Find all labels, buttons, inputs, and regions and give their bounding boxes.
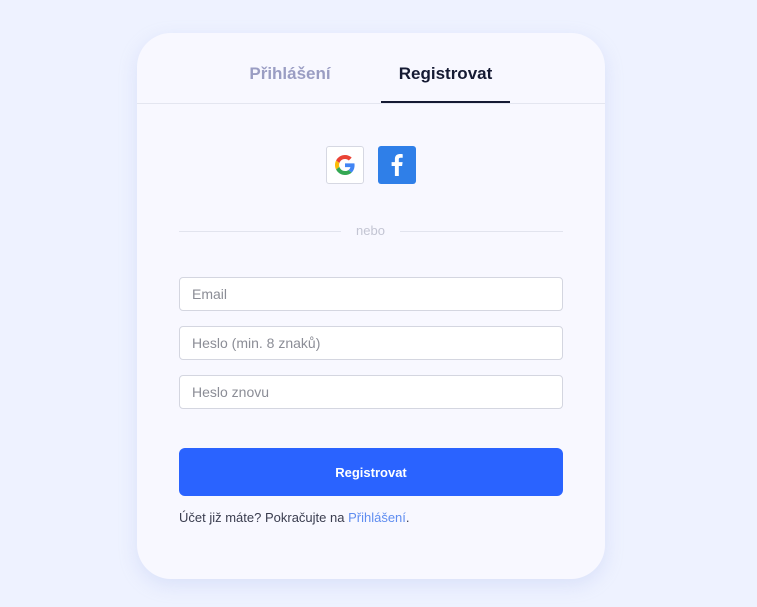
login-link[interactable]: Přihlášení (348, 510, 406, 525)
divider-line-left (179, 231, 341, 232)
facebook-f-icon (391, 154, 403, 176)
password-input[interactable] (179, 326, 563, 360)
login-prompt: Účet již máte? Pokračujte na Přihlášení. (179, 510, 410, 525)
or-divider: nebo (179, 221, 563, 241)
google-login-button[interactable] (326, 146, 364, 184)
divider-label: nebo (356, 223, 385, 238)
password-repeat-input[interactable] (179, 375, 563, 409)
tab-register[interactable]: Registrovat (381, 33, 510, 103)
google-g-icon (335, 155, 355, 175)
email-input[interactable] (179, 277, 563, 311)
tab-login[interactable]: Přihlášení (229, 33, 351, 103)
login-prompt-suffix: . (405, 510, 410, 525)
register-button[interactable]: Registrovat (179, 448, 563, 496)
auth-card: Přihlášení Registrovat nebo Registrovat … (137, 33, 605, 579)
divider-line-right (400, 231, 563, 232)
facebook-login-button[interactable] (378, 146, 416, 184)
login-prompt-text: Účet již máte? Pokračujte na (179, 510, 349, 525)
auth-tabs: Přihlášení Registrovat (137, 33, 605, 104)
